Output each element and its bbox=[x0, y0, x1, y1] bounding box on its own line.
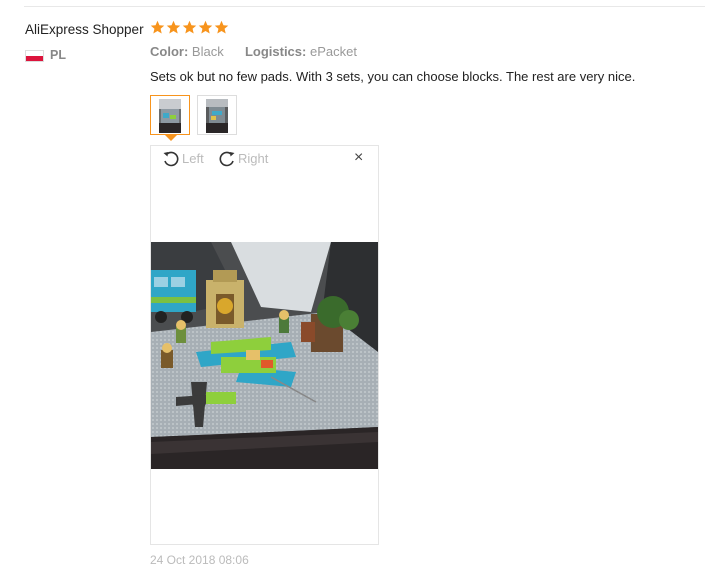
star-rating bbox=[150, 20, 229, 35]
country-code: PL bbox=[50, 48, 66, 62]
color-label: Color: bbox=[150, 44, 189, 59]
reviewer-name: AliExpress Shopper bbox=[25, 22, 144, 37]
rotate-right-button[interactable]: Right bbox=[217, 148, 268, 168]
review-photo-thumbnail-2[interactable] bbox=[197, 95, 237, 135]
logistics-value: ePacket bbox=[309, 44, 357, 59]
review-text: Sets ok but no few pads. With 3 sets, yo… bbox=[150, 69, 636, 84]
rotate-left-icon bbox=[163, 151, 179, 167]
star-icon bbox=[166, 20, 181, 34]
rotate-right-label: Right bbox=[238, 150, 269, 166]
rotate-left-button[interactable]: Left bbox=[161, 148, 204, 168]
rotate-left-label: Left bbox=[182, 150, 204, 166]
star-icon bbox=[182, 20, 197, 34]
close-viewer-button[interactable]: × bbox=[354, 148, 363, 168]
star-icon bbox=[150, 20, 165, 34]
star-icon bbox=[214, 20, 229, 34]
top-divider bbox=[24, 6, 705, 7]
poland-flag-icon bbox=[25, 50, 44, 62]
order-info: Color: Black Logistics: ePacket bbox=[150, 44, 357, 59]
review-date: 24 Oct 2018 08:06 bbox=[150, 553, 249, 567]
color-value: Black bbox=[191, 44, 224, 59]
logistics-label: Logistics: bbox=[244, 44, 307, 59]
review-photo-large bbox=[151, 242, 378, 469]
photo-thumbnail-image bbox=[159, 99, 181, 133]
selected-thumbnail-pointer bbox=[165, 135, 177, 141]
rotate-right-icon bbox=[219, 151, 235, 167]
review-photo-thumbnail-1[interactable] bbox=[150, 95, 190, 135]
photo-thumbnail-image bbox=[206, 99, 228, 133]
star-icon bbox=[198, 20, 213, 34]
